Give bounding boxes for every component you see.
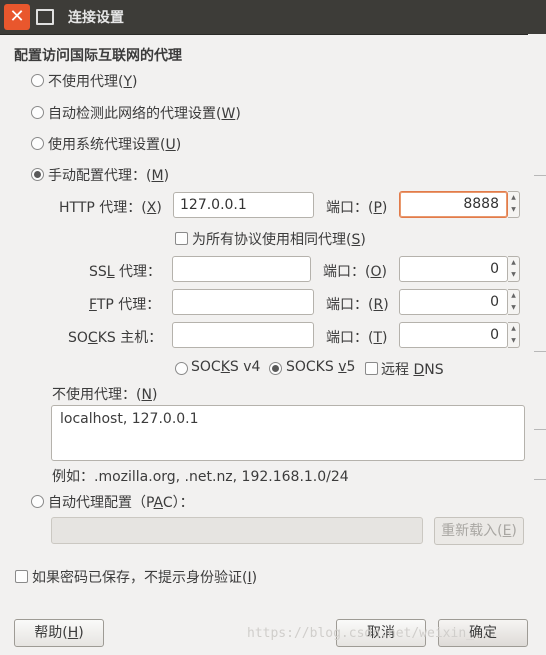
socks-host-label: SOCKS 主机： [68,330,163,346]
manual-proxy-label[interactable]: 手动配置代理：(M) [48,165,169,185]
pac-label[interactable]: 自动代理配置（PAC）： [48,492,194,512]
ftp-port-input[interactable]: 0 [399,289,508,315]
socks-port-stepper[interactable]: ▲ ▼ [508,322,520,348]
auto-detect-radio[interactable] [31,106,44,119]
no-proxy-for-label: 不使用代理：(N) [52,387,158,403]
ssl-proxy-label: SSL 代理： [89,264,162,280]
ssl-proxy-input[interactable] [172,256,311,282]
maximize-icon[interactable] [36,9,54,25]
socks-v5-label[interactable]: SOCKS v5 [286,359,355,375]
watermark-text: https://blog.csdn.net/weixin_... [247,626,498,641]
ftp-port-label: 端口：(R) [326,297,389,313]
socks-port-input[interactable]: 0 [399,322,508,348]
no-auth-checkbox[interactable] [15,570,28,583]
ssl-port-input[interactable]: 0 [399,256,508,282]
remote-dns-checkbox[interactable] [365,362,378,375]
help-button[interactable]: 帮助(H) [14,619,104,647]
http-proxy-input[interactable]: 127.0.0.1 [173,192,314,218]
window-title: 连接设置 [68,10,124,26]
socks-port-label: 端口：(T) [326,330,388,346]
ssl-port-label: 端口：(O) [323,264,387,280]
same-proxy-checkbox[interactable] [175,232,188,245]
scroll-strip [528,34,546,655]
system-proxy-radio[interactable] [31,137,44,150]
socks-v4-radio[interactable] [175,362,188,375]
socks-v4-label[interactable]: SOCKS v4 [191,359,260,375]
http-port-stepper[interactable]: ▲ ▼ [508,191,520,218]
same-proxy-label[interactable]: 为所有协议使用相同代理(S) [192,229,366,249]
socks-host-input[interactable] [172,322,314,348]
no-proxy-example: 例如：.mozilla.org, .net.nz, 192.168.1.0/24 [52,469,349,485]
close-icon[interactable]: ✕ [4,4,30,30]
system-proxy-label[interactable]: 使用系统代理设置(U) [48,134,181,154]
no-proxy-for-textarea[interactable]: localhost, 127.0.0.1 [51,405,525,461]
http-port-label: 端口：(P) [326,200,388,216]
ftp-proxy-label: FTP 代理： [89,297,161,313]
title-bar: ✕ 连接设置 [0,0,546,35]
no-proxy-label[interactable]: 不使用代理(Y) [48,71,138,91]
no-auth-label[interactable]: 如果密码已保存，不提示身份验证(I) [32,567,257,587]
http-proxy-label: HTTP 代理：(X) [59,200,162,216]
auto-detect-label[interactable]: 自动检测此网络的代理设置(W) [48,103,241,123]
reload-button[interactable]: 重新载入(E) [434,517,524,545]
pac-radio[interactable] [31,495,44,508]
http-port-input[interactable]: 8888 [399,191,508,218]
section-title: 配置访问国际互联网的代理 [14,48,182,64]
pac-url-input[interactable] [51,517,423,544]
ssl-port-stepper[interactable]: ▲ ▼ [508,256,520,282]
socks-v5-radio[interactable] [269,362,282,375]
no-proxy-radio[interactable] [31,74,44,87]
ftp-port-stepper[interactable]: ▲ ▼ [508,289,520,315]
remote-dns-label[interactable]: 远程 DNS [381,359,444,379]
ftp-proxy-input[interactable] [172,289,314,315]
manual-proxy-radio[interactable] [31,168,44,181]
